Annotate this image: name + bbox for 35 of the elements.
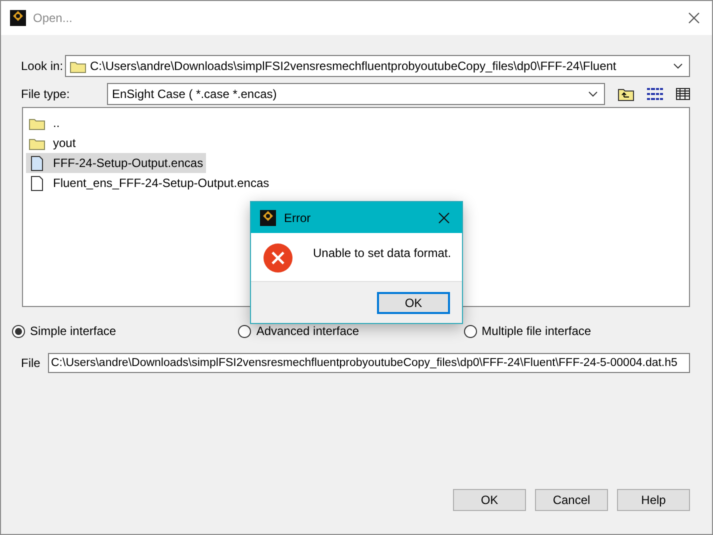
file-list-item[interactable]: FFF-24-Setup-Output.encas [26,153,206,173]
error-message: Unable to set data format. [313,246,452,260]
file-type-dropdown[interactable]: EnSight Case ( *.case *.encas) [107,83,605,105]
error-icon [263,243,293,273]
close-icon[interactable] [688,12,700,24]
app-logo-icon [260,210,276,226]
radio-button[interactable]: Simple interface [12,324,238,338]
dialog-button[interactable]: OK [453,489,526,511]
folder-icon [29,116,45,130]
document-icon [29,176,45,190]
file-list-item[interactable]: Fluent_ens_FFF-24-Setup-Output.encas [26,173,272,193]
file-label: File [21,356,42,370]
caret-icon [673,63,683,69]
file-list-item[interactable]: .. [26,113,63,133]
file-list-item[interactable]: yout [26,133,79,153]
ok-button[interactable]: OK [377,292,450,314]
folder-icon [29,136,45,150]
detail-view-icon[interactable] [676,88,690,100]
look-in-label: Look in: [21,59,64,73]
file-path-field[interactable]: C:\Users\andre\Downloads\simplFSI2vensresmechfluentprobyoutubeCopy_files\dp0\FFF-24\Fluent\FFF-24-5-00004.dat.h5 [48,353,690,373]
look-in-dropdown[interactable]: C:\Users\andre\Downloads\simplFSI2vensresmechfluentprobyoutubeCopy_files\dp0\FFF-24\Fluent [65,55,690,77]
error-title: Error [284,210,312,224]
folder-icon [70,60,86,72]
dialog-button[interactable]: Cancel [535,489,608,511]
app-logo-icon [10,10,26,26]
radio-button[interactable]: Advanced interface [238,324,464,338]
parent-folder-icon[interactable] [618,87,634,101]
radio-button[interactable]: Multiple file interface [464,324,690,338]
window-title: Open... [33,11,74,25]
list-view-icon[interactable] [647,88,663,100]
dialog-button[interactable]: Help [617,489,690,511]
caret-icon [588,91,598,97]
file-type-label: File type: [21,87,71,101]
document-icon [29,156,45,170]
close-icon[interactable] [438,212,450,224]
